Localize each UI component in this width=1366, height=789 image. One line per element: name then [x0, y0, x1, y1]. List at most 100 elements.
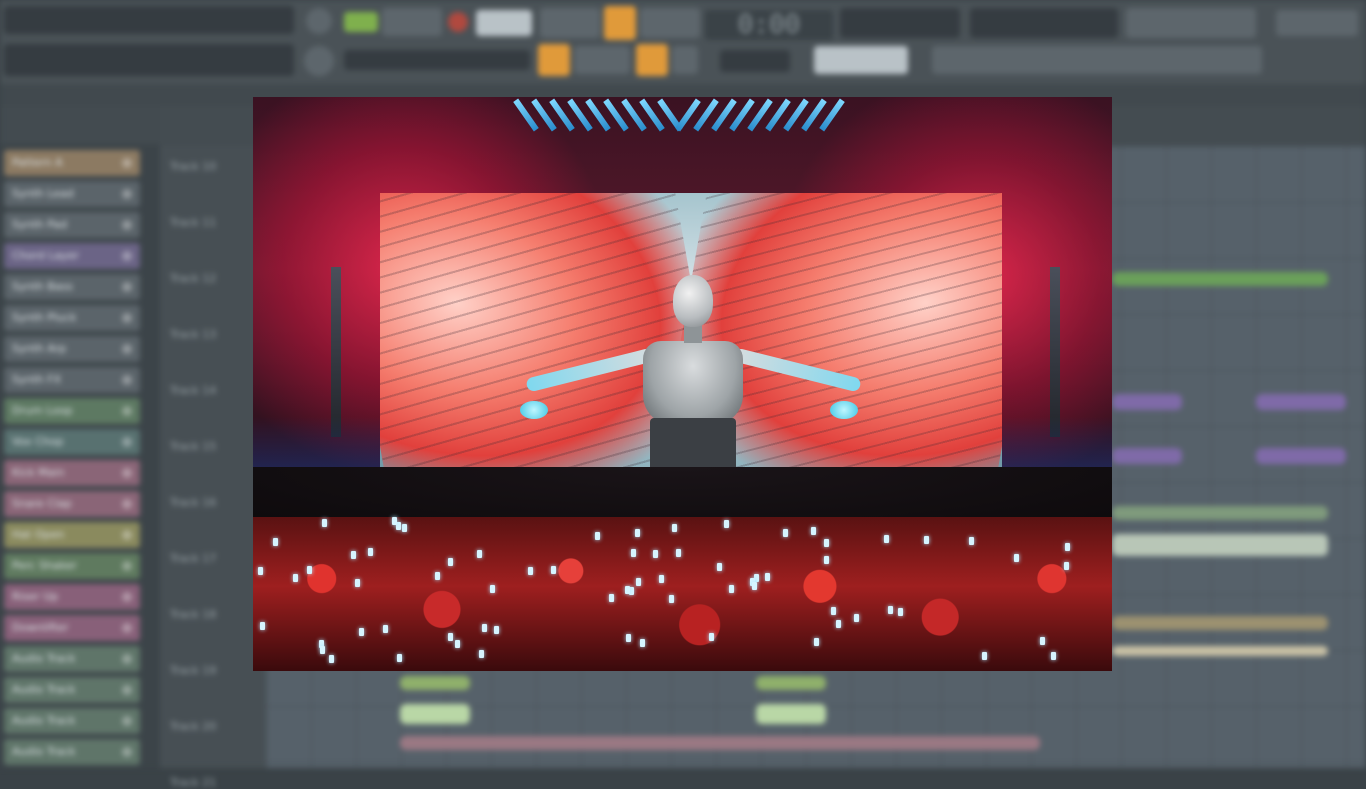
- clip[interactable]: [1112, 646, 1328, 656]
- phone-light: [814, 638, 819, 646]
- clip[interactable]: [1256, 448, 1346, 464]
- mute-dot-icon[interactable]: [122, 406, 132, 416]
- browser-header: [0, 106, 160, 144]
- browser-item[interactable]: Hat Open: [4, 522, 140, 548]
- pattern-select[interactable]: [814, 46, 908, 74]
- metronome-button[interactable]: [604, 6, 636, 40]
- phone-light: [551, 566, 556, 574]
- window-shortcuts[interactable]: [1126, 8, 1256, 38]
- loop-controls[interactable]: [640, 8, 700, 38]
- browser-item[interactable]: Audio Track: [4, 739, 140, 765]
- clip[interactable]: [400, 676, 470, 690]
- mute-dot-icon[interactable]: [122, 716, 132, 726]
- clip[interactable]: [756, 704, 826, 724]
- track-label[interactable]: Track 18: [170, 608, 216, 621]
- clip[interactable]: [400, 736, 1040, 750]
- clip[interactable]: [400, 704, 470, 724]
- tool-paint[interactable]: [636, 44, 668, 76]
- track-label[interactable]: Track 16: [170, 496, 216, 509]
- track-label[interactable]: Track 12: [170, 272, 216, 285]
- cpu-meter: [970, 8, 1118, 38]
- mute-dot-icon[interactable]: [122, 561, 132, 571]
- browser-item[interactable]: Downlifter: [4, 615, 140, 641]
- browser-item[interactable]: Kick Main: [4, 460, 140, 486]
- tempo-display[interactable]: [476, 10, 532, 36]
- transport-controls[interactable]: [382, 8, 442, 36]
- master-volume-knob[interactable]: [306, 8, 332, 34]
- clip[interactable]: [1112, 272, 1328, 286]
- mute-dot-icon[interactable]: [122, 499, 132, 509]
- mute-dot-icon[interactable]: [122, 375, 132, 385]
- track-label[interactable]: Track 14: [170, 384, 216, 397]
- master-pitch-slider[interactable]: [344, 50, 530, 70]
- tool-delete[interactable]: [672, 46, 698, 74]
- clip[interactable]: [1112, 616, 1328, 630]
- mute-dot-icon[interactable]: [122, 158, 132, 168]
- menu-strip[interactable]: [4, 6, 294, 34]
- browser-item-label: Synth Lead: [12, 187, 74, 200]
- browser-item[interactable]: Chord Layer: [4, 243, 140, 269]
- browser-item-label: Snare Clap: [12, 497, 72, 510]
- track-label[interactable]: Track 20: [170, 720, 216, 733]
- mute-dot-icon[interactable]: [122, 437, 132, 447]
- pattern-song-toggle[interactable]: [344, 12, 378, 32]
- browser-item[interactable]: Audio Track: [4, 708, 140, 734]
- phone-light: [351, 551, 356, 559]
- browser-item[interactable]: Synth Arp: [4, 336, 140, 362]
- clip[interactable]: [756, 676, 826, 690]
- phone-light: [824, 556, 829, 564]
- browser-item[interactable]: Audio Track: [4, 646, 140, 672]
- clip[interactable]: [1256, 394, 1346, 410]
- tool-group[interactable]: [574, 46, 630, 74]
- mute-dot-icon[interactable]: [122, 313, 132, 323]
- robot-hand-right: [830, 401, 858, 419]
- browser-item[interactable]: Drum Loop: [4, 398, 140, 424]
- mute-dot-icon[interactable]: [122, 468, 132, 478]
- window-controls[interactable]: [1276, 10, 1358, 36]
- mute-dot-icon[interactable]: [122, 220, 132, 230]
- track-label[interactable]: Track 15: [170, 440, 216, 453]
- mute-dot-icon[interactable]: [122, 282, 132, 292]
- mute-dot-icon[interactable]: [122, 592, 132, 602]
- browser-item[interactable]: Snare Clap: [4, 491, 140, 517]
- browser-item[interactable]: Vox Chop: [4, 429, 140, 455]
- record-button[interactable]: [448, 12, 468, 32]
- browser-item[interactable]: Audio Track: [4, 677, 140, 703]
- track-label[interactable]: Track 13: [170, 328, 216, 341]
- track-label[interactable]: Track 11: [170, 216, 216, 229]
- mute-dot-icon[interactable]: [122, 251, 132, 261]
- snap-select[interactable]: [720, 50, 790, 72]
- clip[interactable]: [1112, 534, 1328, 556]
- speaker-truss-right: [1050, 267, 1060, 437]
- mute-dot-icon[interactable]: [122, 747, 132, 757]
- browser-item[interactable]: Riser Up: [4, 584, 140, 610]
- mute-dot-icon[interactable]: [122, 654, 132, 664]
- clip[interactable]: [1112, 448, 1182, 464]
- mute-dot-icon[interactable]: [122, 344, 132, 354]
- mute-dot-icon[interactable]: [122, 530, 132, 540]
- clip[interactable]: [1112, 506, 1328, 520]
- track-label[interactable]: Track 21: [170, 776, 216, 789]
- robot-torso: [643, 341, 743, 425]
- phone-light: [811, 527, 816, 535]
- snap-controls[interactable]: [540, 8, 600, 38]
- pitch-knob[interactable]: [304, 46, 334, 76]
- mute-dot-icon[interactable]: [122, 189, 132, 199]
- browser-item[interactable]: Synth Pad: [4, 212, 140, 238]
- browser-item-label: Downlifter: [12, 621, 69, 634]
- browser-item[interactable]: Pattern A: [4, 150, 140, 176]
- tool-draw[interactable]: [538, 44, 570, 76]
- browser-item[interactable]: Perc Shaker: [4, 553, 140, 579]
- mute-dot-icon[interactable]: [122, 685, 132, 695]
- track-label[interactable]: Track 19: [170, 664, 216, 677]
- browser-item[interactable]: Synth Bass: [4, 274, 140, 300]
- phone-light: [631, 549, 636, 557]
- browser-item[interactable]: Synth Lead: [4, 181, 140, 207]
- browser-item[interactable]: Synth Pluck: [4, 305, 140, 331]
- window-toolbar[interactable]: [932, 46, 1262, 74]
- mute-dot-icon[interactable]: [122, 623, 132, 633]
- track-label[interactable]: Track 10: [170, 160, 216, 173]
- track-label[interactable]: Track 17: [170, 552, 216, 565]
- browser-item[interactable]: Synth FX: [4, 367, 140, 393]
- clip[interactable]: [1112, 394, 1182, 410]
